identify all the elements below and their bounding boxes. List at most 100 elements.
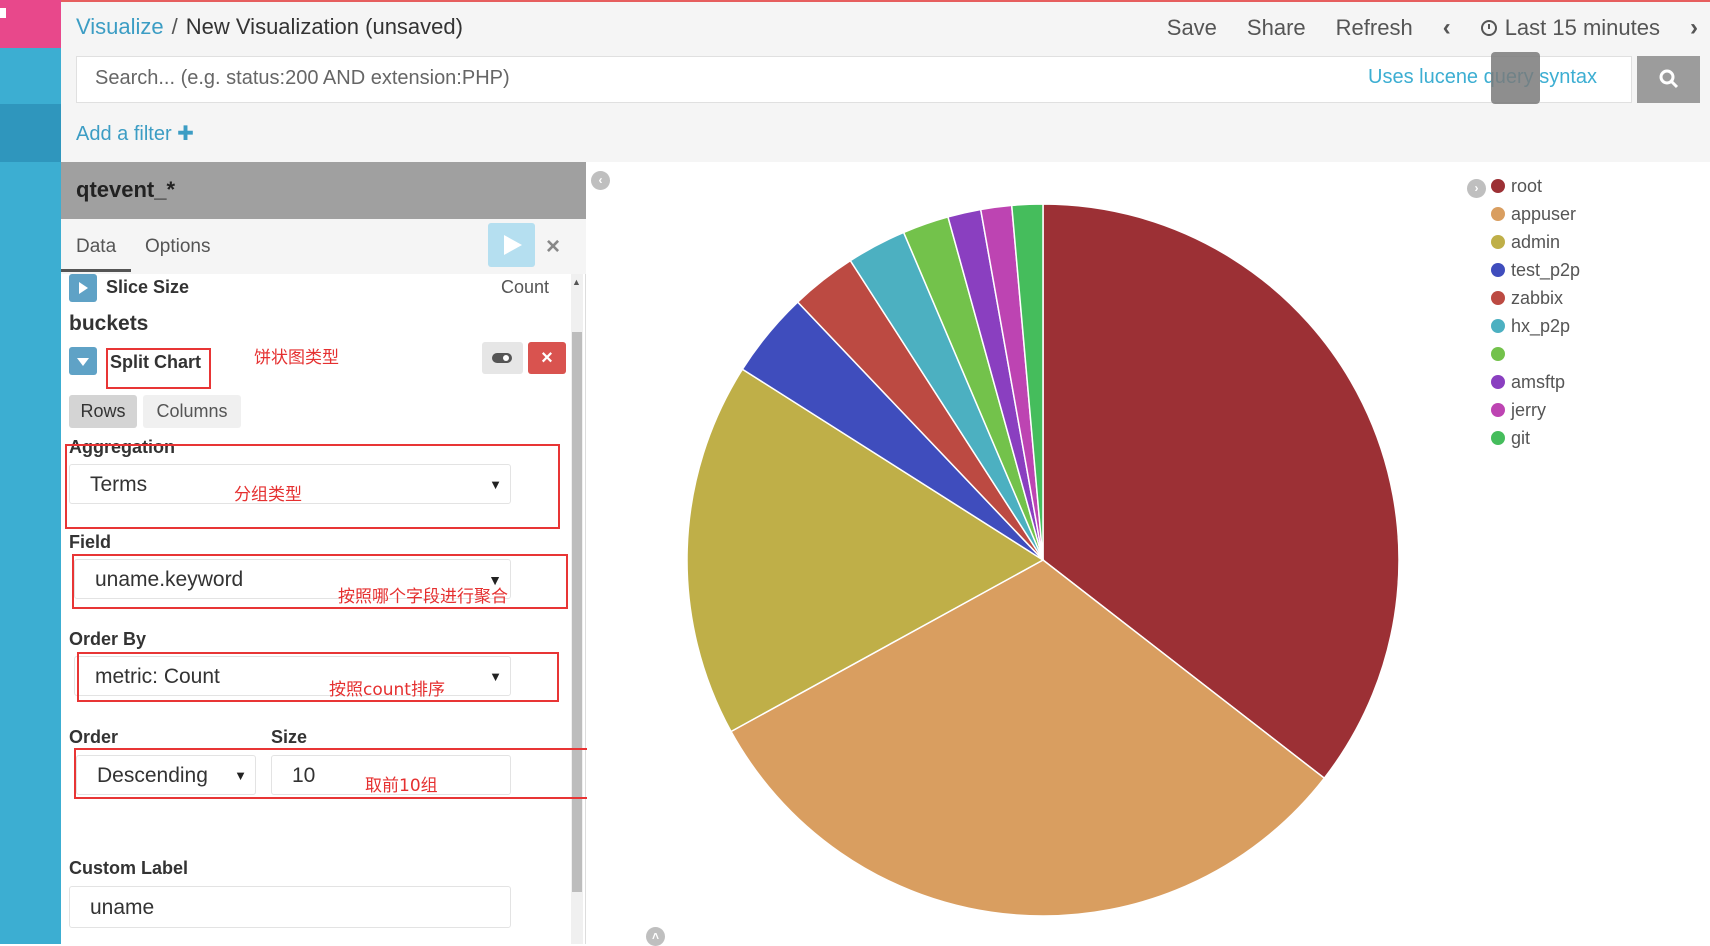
refresh-button[interactable]: Refresh xyxy=(1336,15,1413,41)
clock-icon xyxy=(1480,20,1497,36)
legend-color-dot xyxy=(1491,207,1505,221)
field-label: Field xyxy=(69,532,112,552)
breadcrumb-separator: / xyxy=(171,14,178,39)
legend-item-test_p2p[interactable]: test_p2p xyxy=(1491,256,1580,284)
share-button[interactable]: Share xyxy=(1247,15,1306,41)
annotation-note-group-type: 分组类型 xyxy=(234,485,302,505)
legend-color-dot xyxy=(1491,431,1505,445)
active-tab-indicator xyxy=(61,269,131,272)
size-value: 10 xyxy=(292,764,316,787)
search-button[interactable] xyxy=(1637,56,1700,103)
legend-color-dot xyxy=(1491,235,1505,249)
split-columns-button[interactable]: Columns xyxy=(143,395,241,428)
chevron-right-icon[interactable]: › xyxy=(1690,14,1698,42)
chart-legend: root appuser admin test_p2pzabbix hx_p2pamsf… xyxy=(1491,172,1580,452)
tab-options[interactable]: Options xyxy=(145,236,210,258)
app-nav-rail xyxy=(0,0,61,944)
legend-color-dot xyxy=(1491,375,1505,389)
editor-tabs: Data Options × xyxy=(61,219,586,274)
annotation-note-pie-type: 饼状图类型 xyxy=(254,348,339,368)
breadcrumb-current: New Visualization (unsaved) xyxy=(185,14,463,39)
caret-down-icon: ▼ xyxy=(234,768,247,783)
custom-label-input[interactable]: uname xyxy=(69,886,511,928)
top-actions: Save Share Refresh ‹ Last 15 minutes › xyxy=(1167,14,1698,42)
app-logo[interactable] xyxy=(0,0,61,48)
annotation-note-field: 按照哪个字段进行聚合 xyxy=(338,587,508,607)
search-icon xyxy=(1659,69,1679,89)
legend-label: amsftp xyxy=(1511,371,1566,392)
aggregation-value: Terms xyxy=(90,473,148,496)
collapse-bucket-toggle[interactable] xyxy=(69,347,97,375)
order-by-select[interactable]: metric: Count ▼ xyxy=(74,656,511,696)
discard-changes-icon[interactable]: × xyxy=(546,233,560,261)
legend-item-git[interactable]: git xyxy=(1491,424,1580,452)
sidebar-scroll-thumb[interactable] xyxy=(572,332,582,892)
filter-bar: Add a filter ✚ xyxy=(61,107,1710,162)
apply-changes-button[interactable] xyxy=(488,223,535,267)
order-label: Order xyxy=(69,727,119,747)
legend-label: test_p2p xyxy=(1511,259,1581,280)
custom-label-value: uname xyxy=(90,896,155,919)
time-picker-button[interactable]: Last 15 minutes xyxy=(1480,15,1660,41)
tab-data[interactable]: Data xyxy=(76,236,116,272)
legend-color-dot xyxy=(1491,263,1505,277)
legend-item-root[interactable]: root xyxy=(1491,172,1580,200)
logo-mark-icon xyxy=(0,8,6,18)
index-pattern-title: qtevent_* xyxy=(76,177,176,202)
index-pattern-header: qtevent_* xyxy=(61,162,586,219)
buckets-heading: buckets xyxy=(69,312,149,335)
save-button[interactable]: Save xyxy=(1167,15,1217,41)
legend-color-dot xyxy=(1491,179,1505,193)
aggregation-label: Aggregation xyxy=(69,437,175,457)
legend-label: root xyxy=(1511,175,1543,196)
metric-title: Slice Size xyxy=(106,277,190,297)
annotation-note-order: 按照count排序 xyxy=(329,680,445,700)
legend-label: jerry xyxy=(1511,399,1546,420)
legend-item-zabbix[interactable]: zabbix xyxy=(1491,284,1580,312)
order-by-label: Order By xyxy=(69,629,147,649)
legend-label: admin xyxy=(1511,231,1561,252)
plus-icon: ✚ xyxy=(177,123,194,145)
expand-metric-toggle[interactable] xyxy=(69,274,97,302)
split-rows-button[interactable]: Rows xyxy=(69,395,137,428)
caret-down-icon: ▼ xyxy=(489,669,502,684)
legend-item-amsftp[interactable]: amsftp xyxy=(1491,368,1580,396)
legend-label: git xyxy=(1511,427,1531,448)
breadcrumb-visualize-link[interactable]: Visualize xyxy=(76,14,164,39)
legend-color-dot xyxy=(1491,403,1505,417)
lucene-syntax-link[interactable]: Uses lucene query syntax xyxy=(1368,66,1597,89)
breadcrumb: Visualize / New Visualization (unsaved) xyxy=(76,14,463,40)
field-value: uname.keyword xyxy=(95,568,244,591)
legend-item-hx_p2p[interactable]: hx_p2p xyxy=(1491,312,1580,340)
time-range-label: Last 15 minutes xyxy=(1504,15,1660,40)
legend-label: zabbix xyxy=(1511,287,1564,308)
metric-type: Count xyxy=(501,277,550,297)
legend-label: hx_p2p xyxy=(1511,315,1571,336)
size-label: Size xyxy=(271,727,308,747)
legend-item-jerry[interactable]: jerry xyxy=(1491,396,1580,424)
bucket-type-label: Split Chart xyxy=(110,352,202,372)
enable-bucket-toggle[interactable] xyxy=(482,342,523,374)
order-select[interactable]: Descending ▼ xyxy=(76,755,256,795)
legend-item-admin[interactable]: admin xyxy=(1491,228,1580,256)
legend-label: appuser xyxy=(1511,203,1577,224)
legend-color-dot xyxy=(1491,291,1505,305)
mouse-cursor-overlay xyxy=(1491,52,1540,104)
remove-bucket-button[interactable]: × xyxy=(528,342,566,374)
vis-editor-sidebar: qtevent_* Data Options × ▲ Slice Size Co… xyxy=(61,162,610,944)
legend-color-dot xyxy=(1491,319,1505,333)
nav-item-visualize[interactable] xyxy=(0,104,61,162)
scroll-up-icon[interactable]: ▲ xyxy=(572,277,581,287)
top-bar: Visualize / New Visualization (unsaved) Sa… xyxy=(61,0,1710,52)
caret-down-icon: ▼ xyxy=(489,477,502,492)
add-filter-button[interactable]: Add a filter ✚ xyxy=(76,121,194,146)
add-filter-label: Add a filter xyxy=(76,123,172,145)
legend-item-unnamed[interactable] xyxy=(1491,340,1580,368)
order-value: Descending xyxy=(97,764,208,787)
legend-item-appuser[interactable]: appuser xyxy=(1491,200,1580,228)
annotation-note-size: 取前10组 xyxy=(365,776,438,796)
legend-color-dot xyxy=(1491,347,1505,361)
query-bar: Search... (e.g. status:200 AND extension… xyxy=(61,52,1710,107)
chevron-left-icon[interactable]: ‹ xyxy=(1443,14,1451,42)
custom-label-label: Custom Label xyxy=(69,858,189,878)
